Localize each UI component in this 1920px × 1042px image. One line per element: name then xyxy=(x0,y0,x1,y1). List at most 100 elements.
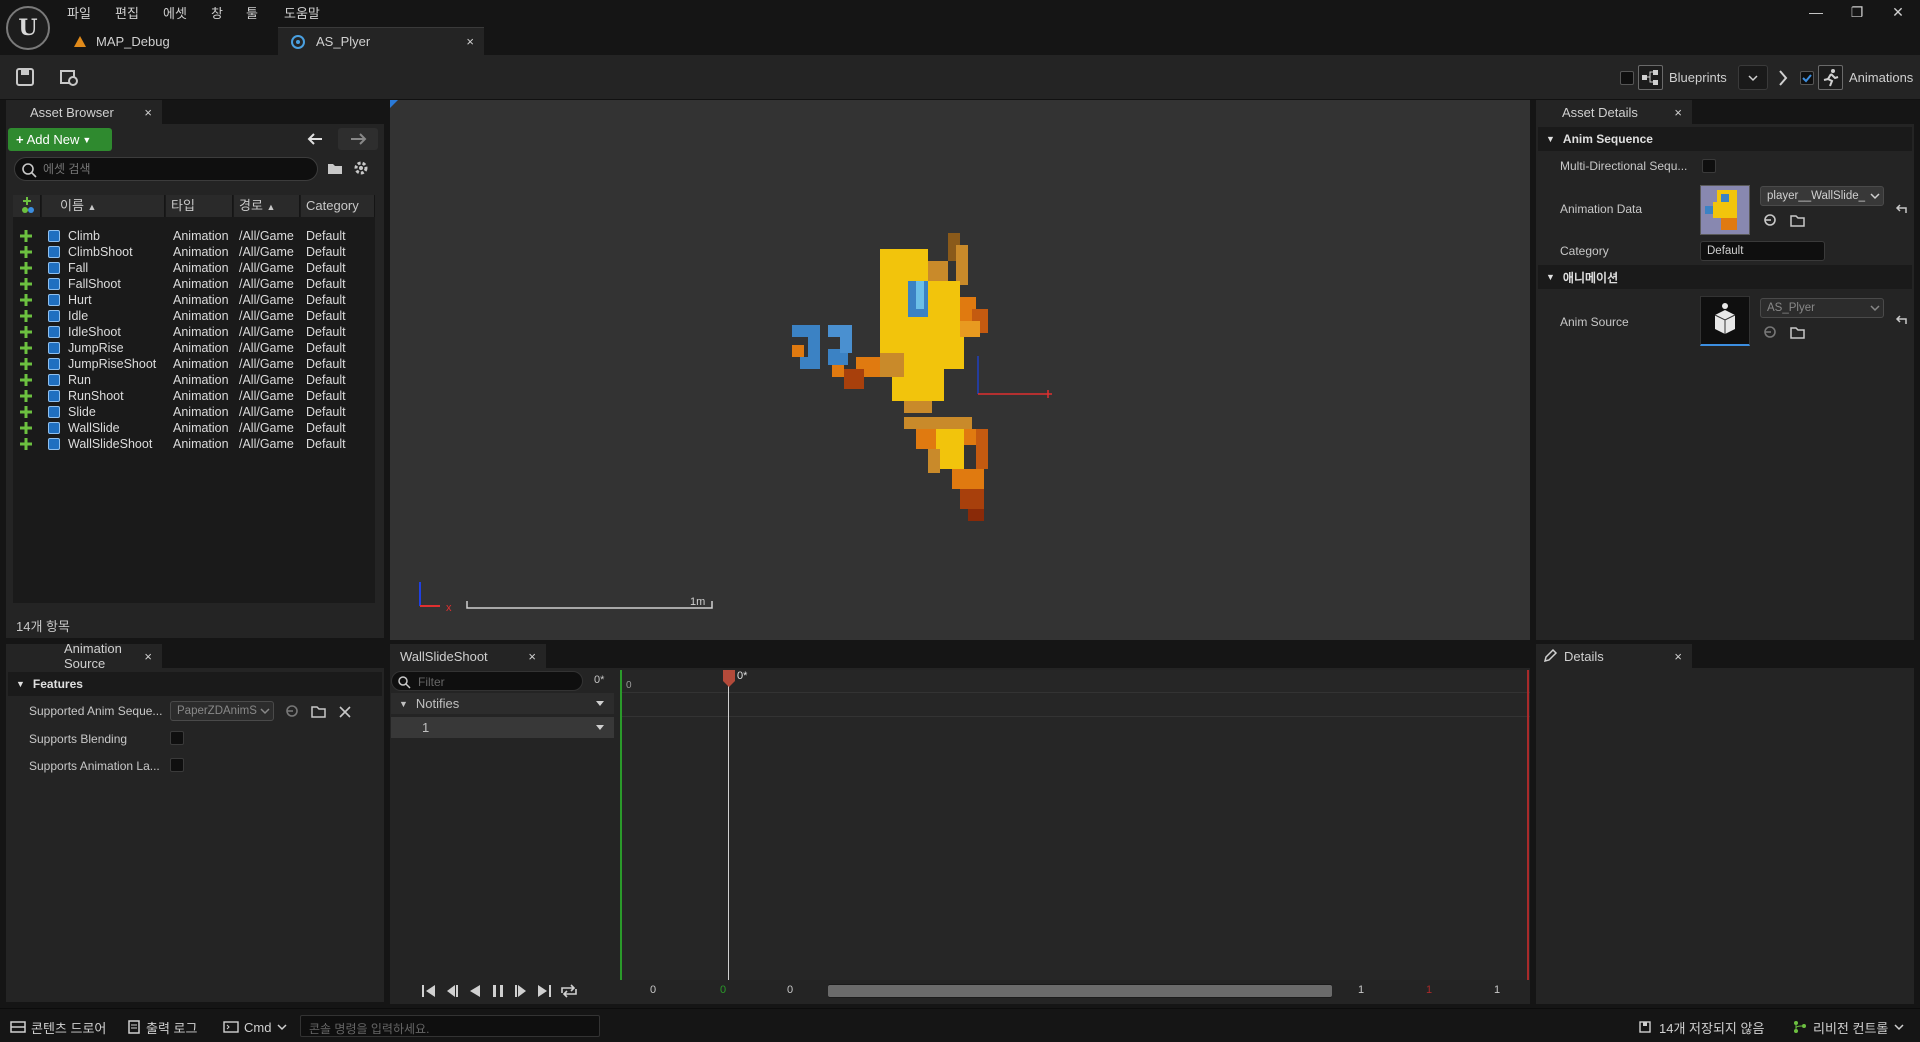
table-row[interactable]: RunShoot Animation/All/Game Default xyxy=(13,388,375,404)
menu-help[interactable]: 도움말 xyxy=(284,3,320,22)
add-plus-icon[interactable] xyxy=(19,277,33,291)
add-plus-icon[interactable] xyxy=(19,309,33,323)
supported-anim-dropdown[interactable]: PaperZDAnimS xyxy=(170,701,274,721)
output-log-button[interactable]: 출력 로그 xyxy=(127,1018,197,1036)
add-new-button[interactable]: + Add New ▼ xyxy=(8,128,112,151)
animation-category[interactable]: ▼ 애니메이션 xyxy=(1538,265,1912,289)
column-name[interactable]: 이름 ▲ xyxy=(42,195,165,217)
loop-icon[interactable] xyxy=(558,982,580,1000)
supports-blending-checkbox[interactable] xyxy=(170,731,184,745)
back-arrow-icon[interactable] xyxy=(304,130,326,148)
close-icon[interactable]: × xyxy=(144,105,152,120)
anim-source-thumbnail[interactable] xyxy=(1700,296,1750,346)
asset-search-input[interactable] xyxy=(43,161,303,177)
anim-source-dropdown[interactable]: AS_Plyer xyxy=(1760,298,1884,318)
asset-details-tab[interactable]: Asset Details × xyxy=(1536,100,1692,124)
tab-as-plyer[interactable]: AS_Plyer × xyxy=(278,27,484,55)
playhead-handle[interactable] xyxy=(723,670,735,688)
menu-file[interactable]: 파일 xyxy=(67,3,91,22)
use-selected-icon[interactable] xyxy=(284,703,300,719)
menu-tools[interactable]: 툴 xyxy=(246,3,258,22)
sprite-viewport[interactable]: x 1m xyxy=(390,100,1530,640)
table-row[interactable]: WallSlideShoot Animation/All/Game Default xyxy=(13,436,375,452)
blueprints-checkbox[interactable] xyxy=(1620,70,1634,85)
features-category[interactable]: ▼ Features xyxy=(8,672,382,696)
gear-icon[interactable] xyxy=(352,159,370,177)
tab-map-debug[interactable]: MAP_Debug xyxy=(60,27,275,55)
add-plus-icon[interactable] xyxy=(19,245,33,259)
scrollbar-thumb[interactable] xyxy=(828,985,1332,997)
animations-mode[interactable]: Animations xyxy=(1800,65,1913,90)
play-reverse-icon[interactable] xyxy=(466,982,484,1000)
tab-close-icon[interactable]: × xyxy=(466,34,474,49)
table-row[interactable]: Run Animation/All/Game Default xyxy=(13,372,375,388)
table-row[interactable]: Climb Animation/All/Game Default xyxy=(13,228,375,244)
column-type[interactable]: 타입 xyxy=(166,195,233,217)
multi-directional-checkbox[interactable] xyxy=(1702,159,1716,173)
close-icon[interactable]: × xyxy=(1674,105,1682,120)
browse-folder-icon[interactable] xyxy=(310,703,328,719)
use-selected-icon[interactable] xyxy=(1762,324,1778,340)
folder-icon[interactable] xyxy=(326,160,344,176)
use-selected-icon[interactable] xyxy=(1762,212,1778,228)
reset-arrow-icon[interactable] xyxy=(1894,203,1908,215)
close-icon[interactable]: × xyxy=(144,649,152,664)
add-plus-icon[interactable] xyxy=(19,373,33,387)
timeline-track-area[interactable]: 0 0* xyxy=(620,670,1530,980)
animations-checkbox[interactable] xyxy=(1800,70,1814,85)
minimize-button[interactable]: — xyxy=(1802,2,1830,22)
forward-button[interactable] xyxy=(338,128,378,150)
unsaved-assets-button[interactable]: 14개 저장되지 않음 xyxy=(1638,1018,1764,1036)
timeline-tab[interactable]: WallSlideShoot × xyxy=(390,644,546,668)
category-field[interactable]: Default xyxy=(1700,241,1825,261)
asset-search-box[interactable] xyxy=(14,157,318,181)
table-row[interactable]: Fall Animation/All/Game Default xyxy=(13,260,375,276)
blueprints-mode[interactable]: Blueprints xyxy=(1620,65,1727,90)
column-category[interactable]: Category xyxy=(301,195,375,217)
table-row[interactable]: JumpRiseShoot Animation/All/Game Default xyxy=(13,356,375,372)
animation-data-dropdown[interactable]: player__WallSlide_ xyxy=(1760,186,1884,206)
timeline-scrollbar[interactable] xyxy=(828,984,1332,998)
timeline-filter-box[interactable]: Filter xyxy=(391,671,583,691)
close-icon[interactable]: × xyxy=(528,649,536,664)
anim-sequence-category[interactable]: ▼ Anim Sequence xyxy=(1538,127,1912,151)
restore-button[interactable]: ❐ xyxy=(1843,2,1871,22)
supports-layers-checkbox[interactable] xyxy=(170,758,184,772)
table-row[interactable]: Hurt Animation/All/Game Default xyxy=(13,292,375,308)
table-row[interactable]: FallShoot Animation/All/Game Default xyxy=(13,276,375,292)
add-plus-icon[interactable] xyxy=(19,389,33,403)
content-drawer-button[interactable]: 콘텐츠 드로어 xyxy=(10,1018,106,1036)
table-row[interactable]: ClimbShoot Animation/All/Game Default xyxy=(13,244,375,260)
notifies-track-header[interactable]: ▼ Notifies xyxy=(391,693,614,714)
revision-control-button[interactable]: 리비전 컨트롤 xyxy=(1792,1018,1905,1036)
pause-icon[interactable] xyxy=(489,982,507,1000)
add-plus-icon[interactable] xyxy=(19,357,33,371)
column-path[interactable]: 경로 ▲ xyxy=(234,195,300,217)
add-plus-icon[interactable] xyxy=(19,293,33,307)
step-back-icon[interactable] xyxy=(443,982,461,1000)
clear-icon[interactable] xyxy=(338,705,352,719)
close-icon[interactable]: × xyxy=(1674,649,1682,664)
blueprints-dropdown[interactable] xyxy=(1738,65,1768,90)
add-plus-icon[interactable] xyxy=(19,437,33,451)
animation-source-tab[interactable]: Animation Source × xyxy=(6,641,162,671)
menu-edit[interactable]: 편집 xyxy=(115,3,139,22)
save-icon[interactable] xyxy=(12,64,38,90)
browse-asset-icon[interactable] xyxy=(56,64,82,90)
add-plus-icon[interactable] xyxy=(19,405,33,419)
table-row[interactable]: JumpRise Animation/All/Game Default xyxy=(13,340,375,356)
add-plus-icon[interactable] xyxy=(19,341,33,355)
notify-track-row[interactable]: 1 xyxy=(391,717,614,738)
step-forward-icon[interactable] xyxy=(512,982,530,1000)
skip-to-start-icon[interactable] xyxy=(420,982,438,1000)
details-tab[interactable]: Details × xyxy=(1536,644,1692,668)
table-row[interactable]: WallSlide Animation/All/Game Default xyxy=(13,420,375,436)
add-plus-icon[interactable] xyxy=(19,325,33,339)
table-row[interactable]: Idle Animation/All/Game Default xyxy=(13,308,375,324)
table-row[interactable]: IdleShoot Animation/All/Game Default xyxy=(13,324,375,340)
browse-folder-icon[interactable] xyxy=(1789,324,1807,340)
add-plus-icon[interactable] xyxy=(19,261,33,275)
menu-asset[interactable]: 에셋 xyxy=(163,3,187,22)
console-input[interactable]: 콘솔 명령을 입력하세요. xyxy=(300,1015,600,1037)
unreal-logo-icon[interactable]: U xyxy=(6,6,50,50)
